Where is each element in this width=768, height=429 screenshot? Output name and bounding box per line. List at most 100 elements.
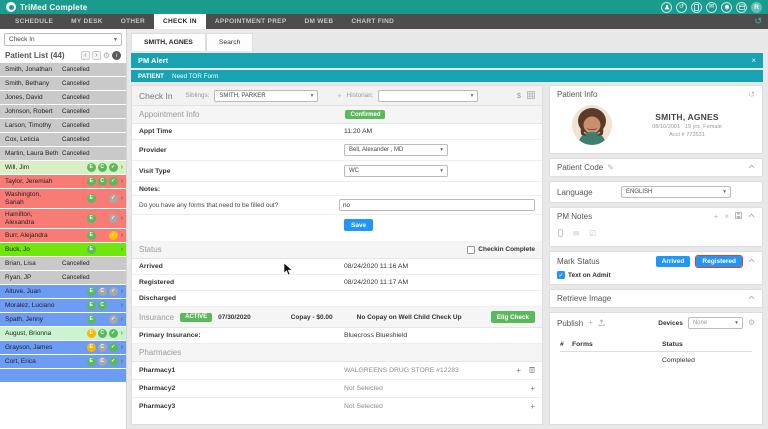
row-chevron-icon[interactable]: › [121,215,123,223]
text-on-admit-checkbox[interactable]: ✓ [557,271,565,279]
patient-row[interactable]: August, Brionna E C ✓ › [0,327,126,341]
publish-add-icon[interactable]: + [588,319,593,327]
row-chevron-icon[interactable]: › [121,302,123,310]
visit-type-select[interactable]: WC ▾ [344,165,448,177]
mail-icon[interactable]: ✉ [706,1,717,13]
delete-pharmacy-icon[interactable] [529,366,535,375]
user-icon[interactable] [661,1,672,13]
patient-row[interactable]: Grayson, James E C ✓ › [0,341,126,355]
patient-row[interactable]: Altuve, Juan E C ✓ › [0,285,126,299]
mail-icon[interactable]: ✉ [573,229,579,239]
user-avatar[interactable]: R [751,1,762,13]
historian-select[interactable]: ▾ [378,89,479,102]
patient-row[interactable] [0,369,126,383]
add-pharmacy-icon[interactable]: + [530,402,535,411]
devices-select[interactable]: None ▾ [687,317,743,329]
patient-row[interactable]: Burr, Alejandra E ✓ › [0,229,126,243]
close-icon[interactable]: × [751,56,756,65]
tab-patient[interactable]: SMITH, AGNES [131,33,206,51]
patient-row[interactable]: Brian, Lisa Cancelled [0,257,126,271]
patient-row[interactable]: Martin, Laura Beth Cancelled [0,147,126,161]
delete-note-icon[interactable]: × [724,212,729,221]
patient-row[interactable]: Buck, Jo E › [0,243,126,257]
pharmacy1-value: WALGREENS DRUG STORE #12283 [344,367,459,374]
phone-icon[interactable] [558,229,563,239]
chevron-down-icon: ▾ [470,92,474,99]
collapse-icon[interactable] [748,164,755,171]
patient-row[interactable]: Jones, David Cancelled [0,91,126,105]
row-chevron-icon[interactable]: › [121,178,123,186]
phone-icon[interactable] [691,1,702,13]
nav-item-schedule[interactable]: SCHEDULE [6,14,62,29]
gear-icon[interactable]: ⚙ [748,319,755,327]
tab-search[interactable]: Search [205,33,254,51]
forms-table-row[interactable]: Completed [560,352,752,364]
patient-row[interactable]: Hamilton, Alexandra E ✓ › [0,209,126,229]
save-note-icon[interactable] [735,212,742,221]
checkin-complete-checkbox[interactable] [467,245,476,254]
row-chevron-icon[interactable]: › [121,195,123,203]
payment-icon[interactable]: $ [517,91,521,100]
collapse-icon[interactable] [748,295,755,302]
prev-page-button[interactable]: ‹ [80,51,90,60]
patient-row[interactable]: Johnson, Robert Cancelled [0,105,126,119]
patient-row[interactable]: Moralez, Luciano E C › [0,299,126,313]
add-note-icon[interactable]: + [714,212,719,221]
nav-item-dm-web[interactable]: DM WEB [295,14,342,29]
row-chevron-icon[interactable]: › [121,232,123,240]
patient-row[interactable]: Spath, Jenny E ✓ › [0,313,126,327]
patient-row[interactable]: Cox, Leticia Cancelled [0,133,126,147]
provider-select[interactable]: Bell, Alexander , MD ▾ [344,144,448,156]
bell-icon[interactable] [721,1,732,13]
nav-item-chart-find[interactable]: CHART FIND [342,14,403,29]
calendar-icon[interactable] [736,1,747,13]
history-icon[interactable]: ↺ [676,1,687,13]
row-chevron-icon[interactable]: › [121,246,123,254]
edit-icon[interactable]: ✎ [607,163,614,172]
collapse-icon[interactable] [748,213,755,220]
language-select[interactable]: ENGLISH ▾ [621,186,731,198]
row-chevron-icon[interactable]: › [121,330,123,338]
upload-icon[interactable] [598,318,605,328]
nav-refresh-icon[interactable]: ↺ [754,16,762,27]
nav-item-my-desk[interactable]: MY DESK [62,14,112,29]
save-button[interactable]: Save [344,219,374,231]
mail-check-icon[interactable]: ☑ [589,229,596,239]
arrived-button[interactable]: Arrived [655,256,691,267]
patient-row[interactable]: Cort, Erica E C ✓ › [0,355,126,369]
elig-check-button[interactable]: Elig Check [490,311,535,323]
patient-row[interactable]: Taylor, Jeremiah E C ✓ › [0,175,126,189]
list-filter-select[interactable]: Check In ▾ [4,33,122,46]
add-pharmacy-icon[interactable]: + [516,366,521,375]
row-chevron-icon[interactable]: › [121,344,123,352]
patient-status: Cancelled [62,65,90,73]
info-icon[interactable]: i [112,51,121,60]
add-pharmacy-icon[interactable]: + [530,384,535,393]
nav-item-other[interactable]: OTHER [112,14,154,29]
next-page-button[interactable]: › [91,51,101,60]
gear-icon[interactable]: ⚙ [103,51,110,60]
patient-row[interactable]: Smith, Bethany Cancelled [0,77,126,91]
text-on-admit-label: Text on Admit [568,271,611,279]
row-chevron-icon[interactable]: › [121,358,123,366]
app-logo-icon [6,2,16,12]
nav-item-check-in[interactable]: CHECK IN [154,14,206,29]
patient-row[interactable]: Ryan, JP Cancelled [0,271,126,285]
row-chevron-icon[interactable]: › [121,288,123,296]
refresh-icon[interactable]: ↺ [748,90,755,99]
badge-placeholder [109,245,118,254]
row-chevron-icon[interactable]: › [121,316,123,324]
registered-button[interactable]: Registered [695,255,743,268]
patient-row[interactable]: Larson, Timothy Cancelled [0,119,126,133]
collapse-icon[interactable] [748,258,755,265]
row-chevron-icon[interactable]: › [121,164,123,172]
grid-icon[interactable] [527,90,535,101]
patient-row[interactable]: Smith, Jonathan Cancelled [0,63,126,77]
nav-item-appointment-prep[interactable]: APPOINTMENT PREP [206,14,296,29]
language-value: ENGLISH [626,189,653,195]
plus-icon[interactable]: + [337,91,341,100]
siblings-select[interactable]: SMITH, PARKER ▾ [214,89,319,102]
forms-answer-input[interactable]: no [339,199,535,211]
patient-row[interactable]: Will, Jim E C ✓ › [0,161,126,175]
patient-row[interactable]: Washington, Sariah E ✓ › [0,189,126,209]
